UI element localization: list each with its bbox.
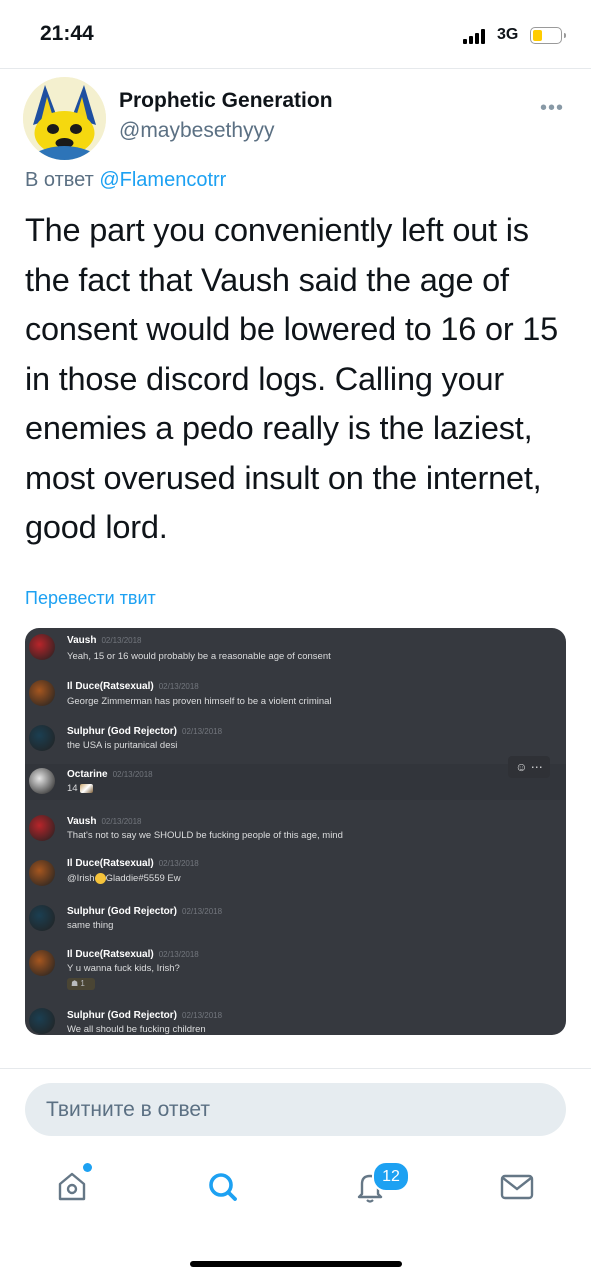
emoji-icon [80, 783, 94, 793]
chat-author: Il Duce(Ratsexual) [67, 681, 154, 692]
chat-author: Il Duce(Ratsexual) [67, 949, 154, 960]
chat-message: Il Duce(Ratsexual) 02/13/2018 @Irish Gladd… [25, 854, 566, 898]
chat-message: Il Duce(Ratsexual) 02/13/2018 George Zimm… [25, 674, 566, 718]
chat-avatar [29, 1008, 55, 1034]
chat-author: Sulphur (God Rejector) [67, 906, 177, 917]
new-content-dot [83, 1163, 92, 1172]
chat-message: Sulphur (God Rejector) 02/13/2018 We all … [25, 1004, 566, 1035]
divider [0, 1068, 591, 1069]
signal-icon [463, 28, 491, 44]
reply-context: В ответ @Flamencotrr [25, 169, 226, 192]
reaction-count: 1 [80, 979, 85, 988]
chat-text: Gladdie#5559 Ew [105, 873, 181, 885]
chat-date: 02/13/2018 [158, 859, 199, 868]
chat-date: 02/13/2018 [158, 950, 199, 959]
chat-avatar [29, 905, 55, 931]
reply-to-link[interactable]: @Flamencotrr [99, 169, 226, 191]
chat-author: Vaush [67, 635, 97, 646]
chat-text: 14 [67, 783, 78, 794]
chat-avatar [29, 634, 55, 660]
chat-date: 02/13/2018 [182, 907, 223, 916]
chat-avatar [29, 680, 55, 706]
avatar[interactable] [23, 77, 106, 160]
status-time: 21:44 [40, 22, 94, 45]
chat-avatar [29, 725, 55, 751]
battery-icon [530, 27, 566, 44]
notifications-badge: 12 [372, 1161, 410, 1192]
tweet-text: The part you conveniently left out is th… [25, 212, 559, 545]
home-indicator[interactable] [190, 1261, 402, 1267]
chat-author: Sulphur (God Rejector) [67, 726, 177, 737]
chat-avatar [29, 815, 55, 841]
chat-date: 02/13/2018 [182, 1011, 223, 1020]
search-icon[interactable] [203, 1166, 243, 1206]
add-reaction-icon[interactable]: ☺ [515, 760, 527, 774]
chat-author: Vaush [67, 816, 97, 827]
more-icon[interactable]: ⋯ [531, 760, 543, 774]
network-type: 3G [497, 26, 519, 43]
message-actions[interactable]: ☺ ⋯ [508, 756, 550, 778]
reply-prefix: В ответ [25, 169, 94, 191]
tweet-media-image[interactable]: Vaush 02/13/2018 Yeah, 15 or 16 would pro… [25, 628, 566, 1035]
chat-date: 02/13/2018 [158, 682, 199, 691]
chat-author: Sulphur (God Rejector) [67, 1010, 177, 1021]
chat-message: Sulphur (God Rejector) 02/13/2018 same th… [25, 899, 566, 943]
divider [0, 68, 591, 69]
reaction-chip[interactable]: ☗ 1 [67, 978, 95, 990]
chat-text: Yeah, 15 or 16 would probably be a reaso… [67, 651, 331, 662]
messages-icon[interactable] [497, 1166, 537, 1206]
mention-text: @Irish [67, 873, 95, 885]
user-handle[interactable]: @maybesethyyy [119, 119, 275, 143]
chat-date: 02/13/2018 [101, 817, 142, 826]
chat-text: same thing [67, 920, 114, 931]
chat-date: 02/13/2018 [182, 727, 223, 736]
reply-input[interactable]: Твитните в ответ [25, 1083, 566, 1136]
chat-text: That's not to say we SHOULD be fucking p… [67, 830, 343, 841]
chat-date: 02/13/2018 [112, 770, 153, 779]
more-options-icon[interactable]: ••• [540, 97, 564, 120]
chat-date: 02/13/2018 [101, 636, 142, 645]
chat-message: Vaush 02/13/2018 Yeah, 15 or 16 would pro… [25, 628, 566, 672]
chat-text: the USA is puritanical desi [67, 740, 178, 751]
chat-avatar [29, 768, 55, 794]
translate-tweet-link[interactable]: Перевести твит [25, 588, 156, 609]
chat-message: Il Duce(Ratsexual) 02/13/2018 Y u wanna f… [25, 944, 566, 1000]
blush-emoji-icon [94, 873, 106, 884]
chat-message: Sulphur (God Rejector) 02/13/2018 the USA… [25, 719, 566, 763]
chat-text: Y u wanna fuck kids, Irish? [67, 963, 180, 974]
chat-text: George Zimmerman has proven himself to b… [67, 696, 332, 707]
chat-author: Il Duce(Ratsexual) [67, 858, 154, 869]
home-icon[interactable] [52, 1166, 92, 1206]
chat-message: Octarine 02/13/2018 14 [25, 764, 566, 800]
chat-text: We all should be fucking children [67, 1024, 206, 1035]
chat-author: Octarine [67, 769, 108, 780]
chat-avatar [29, 860, 55, 886]
chat-message: Vaush 02/13/2018 That's not to say we SHO… [25, 809, 566, 853]
display-name[interactable]: Prophetic Generation [119, 89, 333, 113]
chat-avatar [29, 950, 55, 976]
reply-placeholder: Твитните в ответ [46, 1098, 210, 1121]
